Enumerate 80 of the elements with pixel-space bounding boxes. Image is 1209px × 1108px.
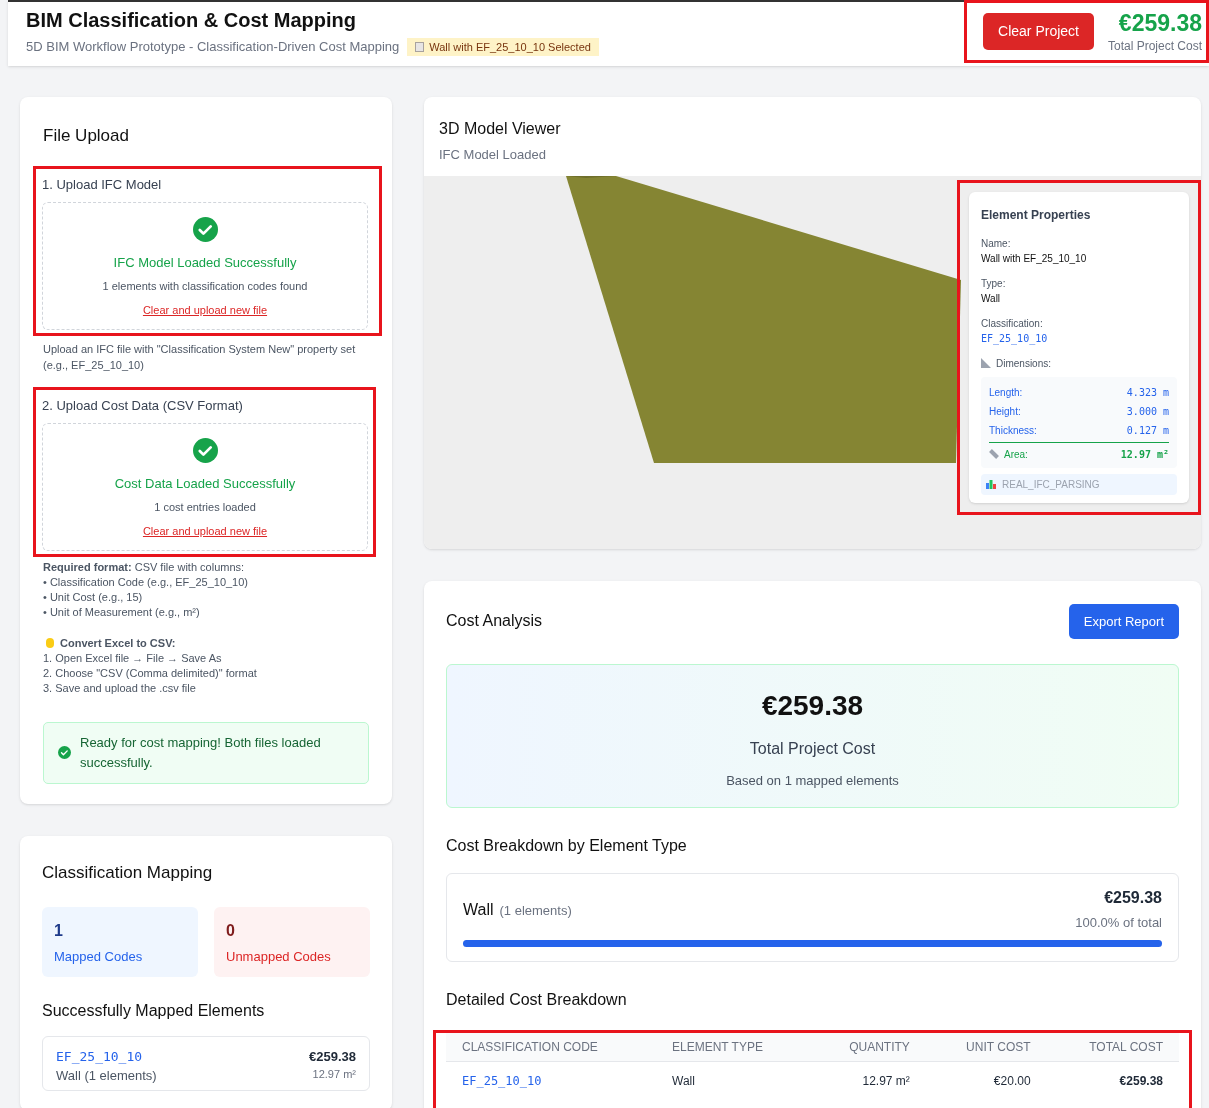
stat-label: Unmapped Codes [226,948,332,966]
area-value: 12.97 m² [1120,447,1169,462]
table-cell: €20.00 [925,1061,1047,1090]
ready-message: Ready for cost mapping! Both files loaded successfully. [80,733,322,772]
total-cost: €259.38 [1118,8,1202,37]
export-report-button[interactable]: Export Report [1068,603,1179,639]
area-label: Area: [1004,447,1028,462]
breakdown-cost: €259.38 [1103,887,1162,908]
stat-value: 0 [226,921,236,941]
table-cell: EF_25_10_10 [446,1061,656,1090]
lightbulb-icon [46,638,54,648]
viewer-status: IFC Model Loaded [439,146,547,164]
upload-status: IFC Model Loaded Successfully [113,254,297,272]
property-value: Wall with EF_25_10_10 [981,251,1088,266]
format-line: Required format: CSV file with columns: [43,559,246,575]
upload-status: Cost Data Loaded Successfully [114,475,296,493]
element-cost: €259.38 [309,1047,356,1066]
upload-detail: 1 elements with classification codes found [102,278,308,294]
property-label: Type: [981,276,1007,291]
section-title: Successfully Mapped Elements [42,1000,266,1021]
stat-value: 1 [54,921,64,941]
app-subtitle: 5D BIM Workflow Prototype - Classification-Driven Cost Mapping [26,38,400,56]
clear-file-link[interactable]: Clear and upload new file [142,302,268,319]
property-label: Classification: [981,316,1044,331]
dimension-value: 0.127 m [1126,423,1169,438]
column-header: UNIT COST [925,1033,1047,1062]
column-header: QUANTITY [809,1033,926,1062]
element-quantity: 12.97 m² [311,1067,356,1082]
table-cell: €259.38 [1046,1061,1179,1090]
bar-chart-icon [986,479,996,489]
upload-hint: Upload an IFC file with "Classification System New" property set (e.g., EF_25_10_10) [43,341,357,373]
format-line: • Unit Cost (e.g., 15) [43,589,144,605]
convert-step: 2. Choose "CSV (Comma delimited)" format [43,665,379,681]
ruler-icon [981,358,991,368]
section-title: Cost Breakdown by Element Type [446,835,688,856]
classification-code: EF_25_10_10 [56,1047,144,1066]
total-label: Total Project Cost [749,739,876,759]
convert-title: Convert Excel to CSV: [60,635,176,651]
property-label: Name: [981,236,1012,251]
column-header: ELEMENT TYPE [656,1033,810,1062]
total-basis: Based on 1 mapped elements [726,772,899,790]
format-line: • Classification Code (e.g., EF_25_10_10) [43,574,250,590]
dimension-label: Length: [989,385,1023,400]
breakdown-share: 100.0% of total [1075,913,1162,932]
property-value: Wall [981,291,1002,306]
panel-title: 3D Model Viewer [439,119,562,139]
card-title: Element Properties [981,206,1092,224]
dimensions-label: Dimensions: [996,356,1052,371]
convert-step: 3. Save and upload the .csv file [43,680,379,696]
clear-file-link[interactable]: Clear and upload new file [142,523,268,540]
check-icon [58,746,71,759]
dimension-label: Height: [989,404,1021,419]
dimension-value: 3.000 m [1126,404,1169,419]
panel-title: File Upload [43,125,130,147]
total-amount: €259.38 [761,689,864,723]
stat-label: Mapped Codes [54,948,144,966]
upload-label: 1. Upload IFC Model [42,175,163,194]
total-cost-label: Total Project Cost [1107,37,1202,55]
app-title: BIM Classification & Cost Mapping [26,8,358,33]
format-line: • Unit of Measurement (e.g., m²) [43,604,201,620]
element-type: Wall (1 elements) [56,1067,157,1085]
badge-text: Wall with EF_25_10_10 Selected [429,39,591,55]
panel-title: Cost Analysis [446,611,543,632]
clear-project-button[interactable]: Clear Project [983,13,1094,50]
upload-label: 2. Upload Cost Data (CSV Format) [42,396,244,415]
dimension-value: 4.323 m [1126,385,1169,400]
section-title: Detailed Cost Breakdown [446,990,628,1010]
column-header: TOTAL COST [1046,1033,1179,1062]
ruler-icon [989,449,999,459]
dimension-label: Thickness: [989,423,1037,438]
column-header: CLASSIFICATION CODE [446,1033,656,1062]
property-value: EF_25_10_10 [981,331,1049,346]
upload-detail: 1 cost entries loaded [154,499,256,515]
table-cell: 12.97 m² [809,1061,926,1090]
element-type: Wall [463,899,494,920]
clipboard-icon [415,41,425,52]
table-cell: Wall [656,1061,810,1090]
element-count: (1 elements) [499,901,572,920]
convert-step: 1. Open Excel file → File → Save As [43,650,379,666]
panel-title: Classification Mapping [42,861,214,884]
